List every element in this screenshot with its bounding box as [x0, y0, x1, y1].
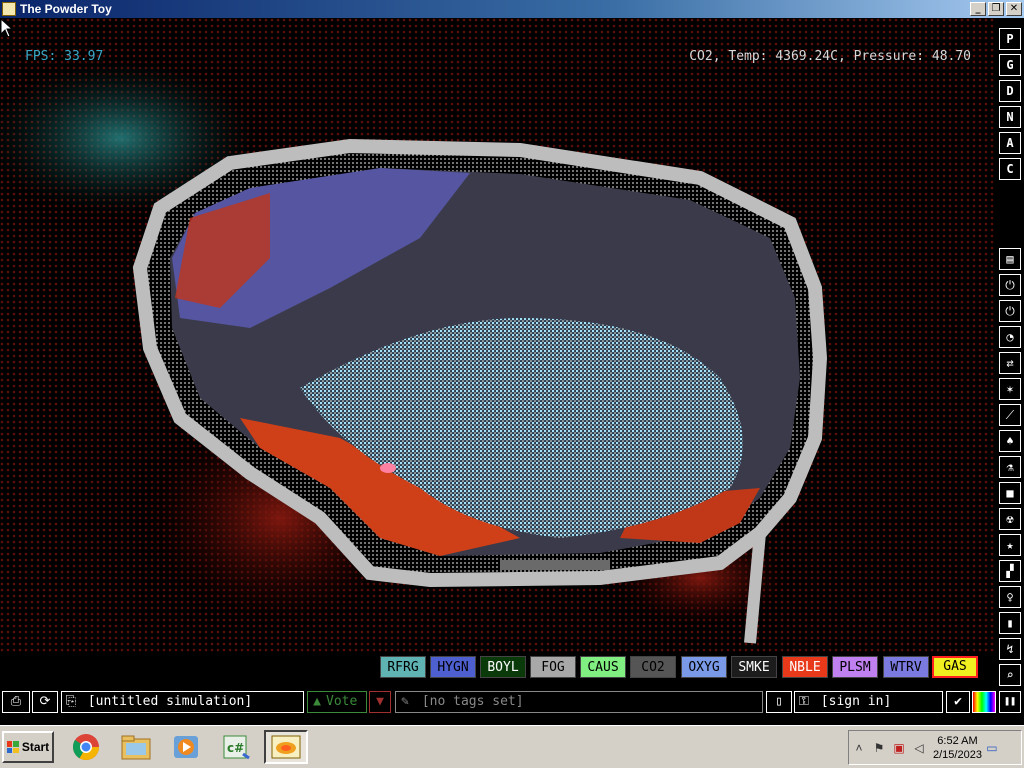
restore-button[interactable]: ❐: [988, 2, 1004, 16]
category-special-icon[interactable]: ★: [999, 534, 1021, 556]
element-button[interactable]: CO2: [630, 656, 676, 678]
powder-toy-window: The Powder Toy _ ❐ ✕ FPS: 33.97 CO2, Tem…: [0, 0, 1024, 768]
category-decoration-icon[interactable]: ↯: [999, 638, 1021, 660]
clock-time: 6:52 AM: [937, 734, 978, 747]
element-button[interactable]: CAUS: [580, 656, 626, 678]
element-button[interactable]: PLSM: [832, 656, 878, 678]
category-force-icon[interactable]: ⇄: [999, 352, 1021, 374]
category-walls-icon[interactable]: ▤: [999, 248, 1021, 270]
explorer-taskbar-button[interactable]: [116, 730, 156, 764]
menu-ambient-button[interactable]: A: [999, 132, 1021, 154]
menu-console-button[interactable]: C: [999, 158, 1021, 180]
app-icon: [2, 2, 16, 16]
mouse-cursor-icon: [0, 18, 14, 38]
category-radioactive-icon[interactable]: ☢: [999, 508, 1021, 530]
sign-in-label: [sign in]: [820, 694, 892, 709]
category-powered-icon[interactable]: ⏻: [999, 300, 1021, 322]
save-icon: ⎘: [65, 694, 77, 709]
pause-button[interactable]: ❚❚: [999, 691, 1021, 713]
simulation-name: [untitled simulation]: [87, 694, 253, 709]
tags-label: [no tags set]: [421, 694, 524, 709]
element-button[interactable]: OXYG: [681, 656, 727, 678]
open-icon: ⎙: [10, 694, 22, 709]
media-player-icon: [174, 736, 198, 758]
menu-deco-button[interactable]: D: [999, 80, 1021, 102]
category-liquids-icon[interactable]: ♠: [999, 430, 1021, 452]
vote-up-button[interactable]: ▲ Vote: [307, 691, 367, 713]
sign-in-button[interactable]: ⚿ [sign in]: [794, 691, 943, 713]
network-icon[interactable]: ▣: [889, 741, 909, 755]
powder-toy-taskbar-button[interactable]: [264, 730, 308, 764]
csharp-taskbar-button[interactable]: c#: [216, 730, 256, 764]
tags-button[interactable]: ✎ [no tags set]: [395, 691, 763, 713]
svg-text:c#: c#: [227, 741, 244, 755]
element-button-selected[interactable]: GAS: [932, 656, 978, 678]
vote-down-button[interactable]: ▼: [369, 691, 391, 713]
menu-properties-button[interactable]: P: [999, 28, 1021, 50]
category-solids-icon[interactable]: ■: [999, 482, 1021, 504]
render-options-button[interactable]: [972, 691, 996, 713]
reload-button[interactable]: ⟳: [32, 691, 58, 713]
save-simulation-button[interactable]: ⎘ [untitled simulation]: [61, 691, 304, 713]
thumb-down-icon: ▼: [376, 694, 384, 709]
csharp-icon: c#: [223, 735, 250, 760]
category-sensors-icon[interactable]: ◔: [999, 326, 1021, 348]
settings-button[interactable]: ✔: [946, 691, 970, 713]
system-tray: ˄ ⚑ ▣ ◁ 6:52 AM 2/15/2023 ▭: [848, 730, 1022, 765]
media-player-taskbar-button[interactable]: [166, 730, 206, 764]
close-button[interactable]: ✕: [1006, 2, 1022, 16]
folder-icon: [121, 735, 151, 760]
menu-gravity-button[interactable]: G: [999, 54, 1021, 76]
clock[interactable]: 6:52 AM 2/15/2023: [933, 734, 982, 762]
category-explosives-icon[interactable]: ✶: [999, 378, 1021, 400]
chrome-taskbar-button[interactable]: [66, 730, 106, 764]
search-icon[interactable]: ⌕: [999, 664, 1021, 686]
start-label: Start: [21, 740, 50, 754]
element-button[interactable]: FOG: [530, 656, 576, 678]
vote-label: Vote: [326, 694, 358, 709]
windows-flag-icon: [6, 741, 19, 753]
element-button[interactable]: NBLE: [782, 656, 828, 678]
element-button[interactable]: BOYL: [480, 656, 526, 678]
fps-counter: FPS: 33.97: [25, 49, 104, 64]
windows-taskbar: Start c# ˄ ⚑ ▣ ◁ 6:52 AM 2/15/2023 ▭: [0, 725, 1024, 768]
chrome-icon: [72, 734, 100, 761]
hud-info-readout: CO2, Temp: 4369.24C, Pressure: 48.70: [689, 49, 971, 64]
element-button[interactable]: HYGN: [430, 656, 476, 678]
bottom-bar: ⎙ ⟳ ⎘ [untitled simulation] ▲ Vote ▼ ✎ [n…: [0, 689, 1024, 716]
category-game-of-life-icon[interactable]: ▞: [999, 560, 1021, 582]
tag-icon: ✎: [401, 694, 409, 709]
window-title: The Powder Toy: [20, 2, 112, 16]
powder-toy-icon: [271, 735, 301, 759]
tray-expand-icon[interactable]: ˄: [849, 741, 869, 755]
category-tools-icon[interactable]: ♀: [999, 586, 1021, 608]
category-electronics-icon[interactable]: ⏻: [999, 274, 1021, 296]
minimize-button[interactable]: _: [970, 2, 986, 16]
category-gases-icon[interactable]: ⟋: [999, 404, 1021, 426]
show-desktop-icon[interactable]: ▭: [982, 741, 1002, 755]
simulation-render: [0, 18, 996, 655]
reload-icon: ⟳: [39, 694, 51, 709]
thumb-up-icon: ▲: [313, 694, 321, 709]
open-save-button[interactable]: ⎙: [2, 691, 30, 713]
clock-date: 2/15/2023: [933, 748, 982, 761]
element-button[interactable]: SMKE: [731, 656, 777, 678]
volume-icon[interactable]: ◁: [909, 741, 929, 755]
start-button[interactable]: Start: [2, 731, 54, 763]
settings-icon: ✔: [954, 694, 962, 709]
category-favorites-icon[interactable]: ▮: [999, 612, 1021, 634]
new-simulation-button[interactable]: ▯: [766, 691, 792, 713]
key-icon: ⚿: [799, 694, 809, 709]
category-powders-icon[interactable]: ⚗: [999, 456, 1021, 478]
action-center-icon[interactable]: ⚑: [869, 741, 889, 755]
element-button[interactable]: WTRV: [883, 656, 929, 678]
new-document-icon: ▯: [775, 694, 783, 709]
title-bar[interactable]: The Powder Toy _ ❐ ✕: [0, 0, 1024, 18]
element-button[interactable]: RFRG: [380, 656, 426, 678]
pause-icon: ❚❚: [1003, 696, 1017, 707]
menu-newtonian-button[interactable]: N: [999, 106, 1021, 128]
simulation-canvas[interactable]: FPS: 33.97 CO2, Temp: 4369.24C, Pressure…: [0, 18, 996, 655]
